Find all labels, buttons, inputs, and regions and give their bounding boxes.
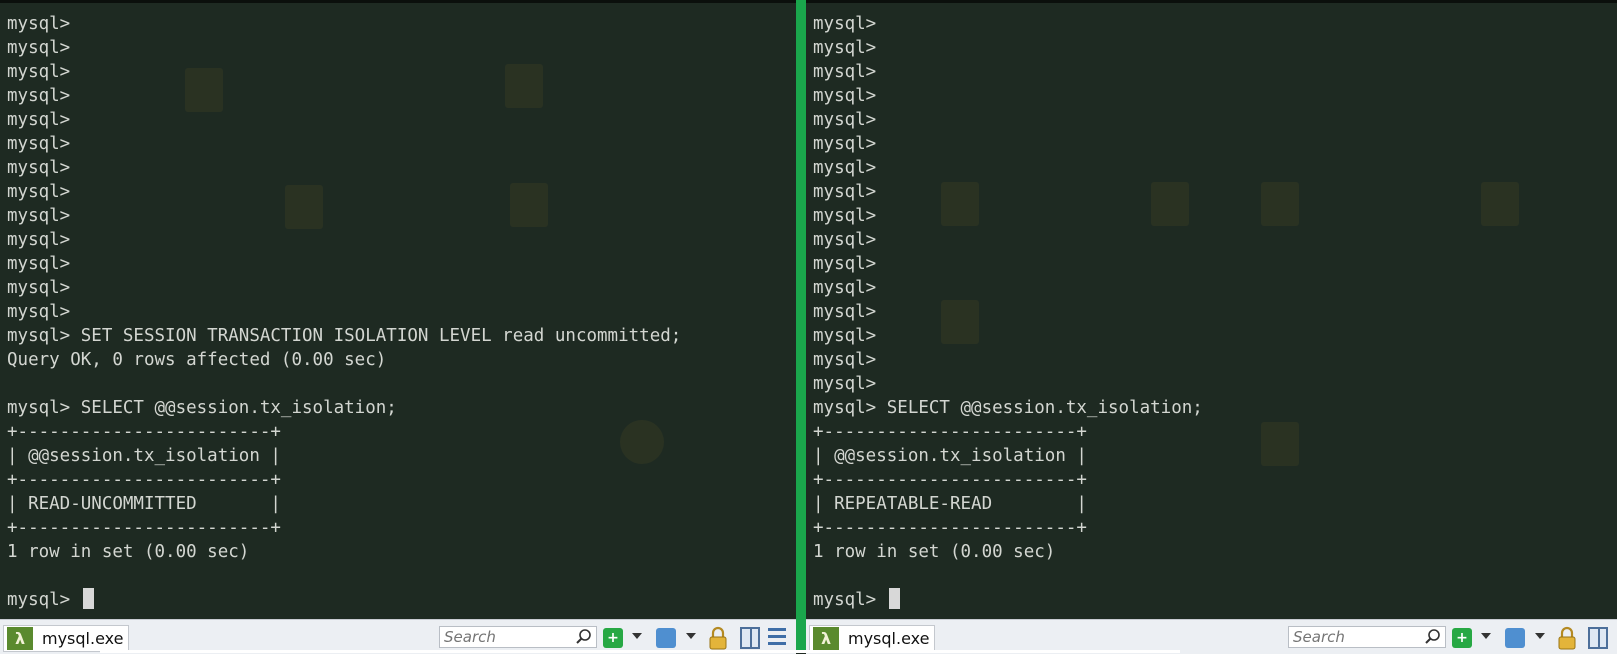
tab-mysql-right[interactable]: λ mysql.exe (809, 625, 935, 652)
right-prompt: mysql> (813, 590, 887, 610)
chevron-down-icon[interactable] (1535, 633, 1545, 639)
terminal-line: mysql> (813, 14, 877, 34)
search-icon[interactable] (1424, 628, 1442, 646)
plus-icon: + (607, 630, 619, 646)
terminal-line: mysql> (813, 182, 877, 202)
terminal-line: mysql> (7, 254, 71, 274)
terminal-line: mysql> (7, 182, 71, 202)
terminal-line: mysql> (813, 326, 877, 346)
terminal-line: mysql> (7, 278, 71, 298)
right-terminal-output[interactable]: mysql> mysql> mysql> mysql> mysql> mysql> mysq… (813, 12, 1203, 612)
chevron-down-icon[interactable] (1481, 633, 1491, 639)
terminal-line: mysql> (7, 206, 71, 226)
pane-top-edge (806, 0, 1617, 3)
lambda-icon: λ (7, 627, 33, 650)
terminal-line: +------------------------+ (813, 470, 1087, 490)
search-input[interactable] (439, 626, 597, 648)
left-tab-bar: λ mysql.exe + (0, 619, 796, 654)
terminal-line: mysql> (813, 374, 877, 394)
terminal-line: mysql> SELECT @@session.tx_isolation; (7, 398, 397, 418)
tile-icon[interactable] (1505, 628, 1525, 648)
terminal-line: mysql> (813, 230, 877, 250)
terminal-line: Query OK, 0 rows affected (0.00 sec) (7, 350, 387, 370)
terminal-line: | @@session.tx_isolation | (813, 446, 1087, 466)
left-cursor (82, 588, 94, 609)
chevron-down-icon[interactable] (686, 633, 696, 639)
terminal-line: mysql> (7, 110, 71, 130)
terminal-line: mysql> SET SESSION TRANSACTION ISOLATION… (7, 326, 682, 346)
terminal-line: mysql> (7, 230, 71, 250)
terminal-line: mysql> (7, 86, 71, 106)
terminal-line: mysql> (813, 302, 877, 322)
terminal-line: +------------------------+ (813, 518, 1087, 538)
left-terminal-output[interactable]: mysql> mysql> mysql> mysql> mysql> mysql> mysq… (7, 12, 681, 612)
tab-mysql-left[interactable]: λ mysql.exe (3, 625, 129, 652)
tab-label: mysql.exe (848, 629, 930, 648)
add-tab-button[interactable]: + (603, 628, 623, 648)
desktop-icon (1261, 422, 1299, 466)
right-tab-bar: λ mysql.exe + (806, 619, 1617, 654)
terminal-line: mysql> (813, 86, 877, 106)
tab-label: mysql.exe (42, 629, 124, 648)
menu-icon[interactable] (768, 628, 786, 648)
right-cursor (888, 588, 900, 609)
terminal-line: | REPEATABLE-READ | (813, 494, 1087, 514)
search-icon[interactable] (575, 628, 593, 646)
terminal-line: mysql> (813, 62, 877, 82)
terminal-line: mysql> (813, 110, 877, 130)
desktop-icon (1481, 182, 1519, 226)
terminal-line: mysql> (813, 206, 877, 226)
terminal-line: mysql> SELECT @@session.tx_isolation; (813, 398, 1203, 418)
terminal-line: | @@session.tx_isolation | (7, 446, 281, 466)
terminal-line: mysql> (7, 134, 71, 154)
terminal-line: 1 row in set (0.00 sec) (7, 542, 250, 562)
pane-divider[interactable] (796, 0, 806, 653)
plus-icon: + (1456, 630, 1468, 646)
pane-top-edge (0, 0, 796, 3)
terminal-line: | READ-UNCOMMITTED | (7, 494, 281, 514)
terminal-line: mysql> (7, 302, 71, 322)
terminal-line: mysql> (813, 350, 877, 370)
right-terminal-pane[interactable]: mysql> mysql> mysql> mysql> mysql> mysql> mysq… (806, 0, 1617, 653)
tile-icon[interactable] (656, 628, 676, 648)
terminal-line: mysql> (813, 38, 877, 58)
terminal-line: +------------------------+ (7, 422, 281, 442)
terminal-line: mysql> (7, 14, 71, 34)
terminal-line: mysql> (813, 278, 877, 298)
chevron-down-icon[interactable] (632, 633, 642, 639)
terminal-line: +------------------------+ (7, 470, 281, 490)
terminal-line: mysql> (7, 158, 71, 178)
lambda-icon: λ (813, 627, 839, 650)
terminal-line: mysql> (813, 254, 877, 274)
lock-icon[interactable] (708, 626, 728, 650)
add-tab-button[interactable]: + (1452, 628, 1472, 648)
terminal-line: +------------------------+ (813, 422, 1087, 442)
terminal-line: +------------------------+ (7, 518, 281, 538)
terminal-line: 1 row in set (0.00 sec) (813, 542, 1056, 562)
left-prompt: mysql> (7, 590, 81, 610)
desktop-icon (1261, 182, 1299, 226)
search-input[interactable] (1288, 626, 1446, 648)
left-terminal-pane[interactable]: mysql> mysql> mysql> mysql> mysql> mysql> mysq… (0, 0, 796, 653)
terminal-line: mysql> (813, 158, 877, 178)
split-view-icon[interactable] (740, 627, 760, 649)
terminal-line: mysql> (7, 38, 71, 58)
lock-icon[interactable] (1557, 626, 1577, 650)
split-view-icon[interactable] (1588, 627, 1608, 649)
terminal-line: mysql> (7, 62, 71, 82)
terminal-line: mysql> (813, 134, 877, 154)
